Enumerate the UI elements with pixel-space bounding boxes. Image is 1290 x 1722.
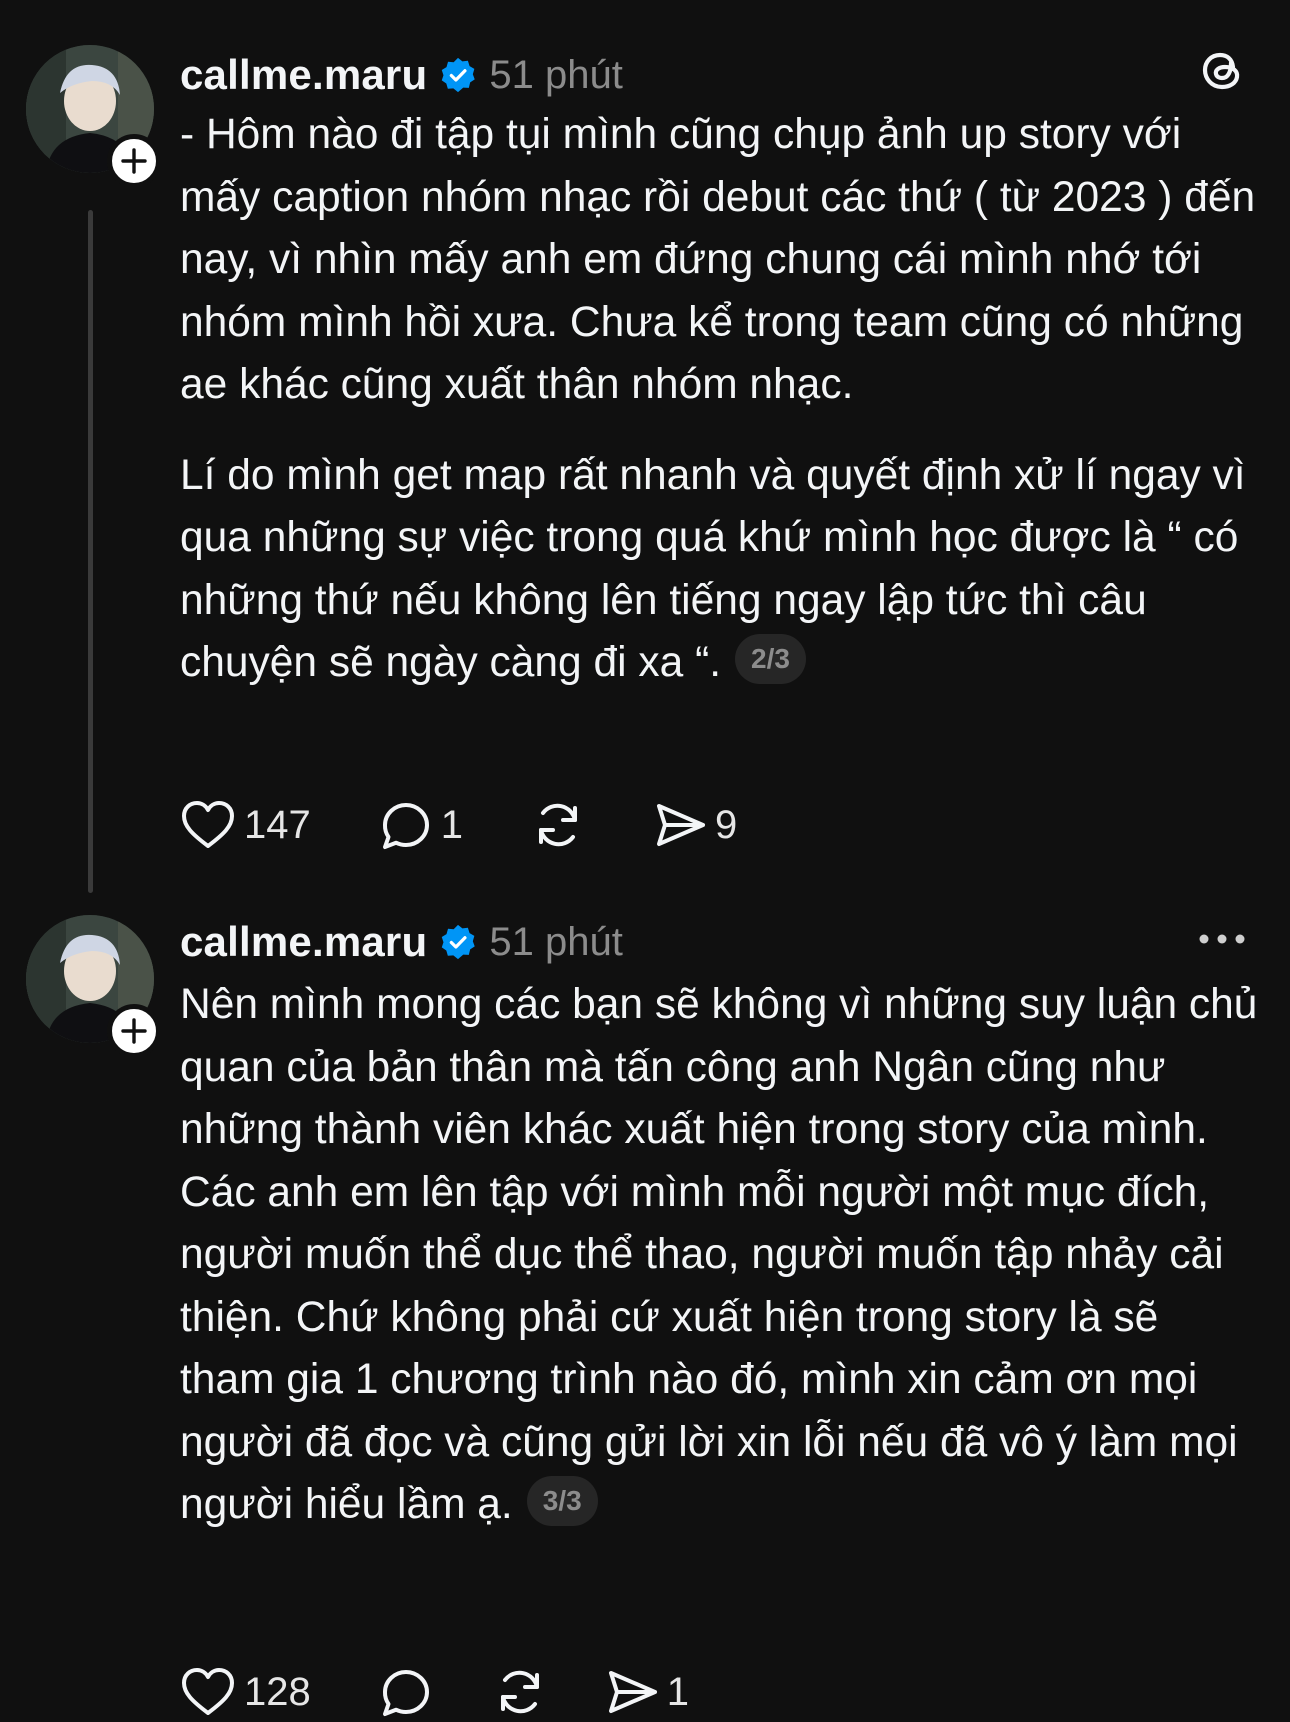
- comment-icon: [382, 1670, 429, 1716]
- share-icon: [608, 1671, 657, 1713]
- username[interactable]: callme.maru: [180, 51, 427, 99]
- post-body: Nên mình mong các bạn sẽ không vì những …: [180, 974, 1260, 1537]
- share-icon: [657, 804, 705, 846]
- post-paragraph: Lí do mình get map rất nhanh và quyết đị…: [180, 451, 1246, 687]
- share-button[interactable]: 1: [605, 1665, 689, 1719]
- repost-button[interactable]: [531, 798, 585, 852]
- post-time: 51 phút: [489, 52, 623, 97]
- comment-button[interactable]: 1: [379, 798, 463, 852]
- like-count: 147: [244, 802, 311, 847]
- like-count: 128: [244, 1669, 311, 1714]
- share-count: 9: [715, 802, 738, 847]
- comment-button[interactable]: [379, 1665, 433, 1719]
- page-counter-badge: 2/3: [735, 633, 806, 684]
- heart-icon: [182, 1668, 234, 1715]
- share-count: 1: [666, 1669, 689, 1714]
- post-actions: 147 1 9: [180, 795, 737, 855]
- plus-icon: [121, 1018, 147, 1044]
- repost-button[interactable]: [493, 1665, 547, 1719]
- post-time: 51 phút: [489, 919, 623, 964]
- post-body: - Hôm nào đi tập tụi mình cũng chụp ảnh …: [180, 104, 1260, 695]
- follow-plus-button[interactable]: [107, 1004, 161, 1058]
- repost-icon: [539, 803, 577, 847]
- more-options-icon[interactable]: [1198, 932, 1246, 946]
- verified-badge-icon: [442, 924, 476, 960]
- like-button[interactable]: 147: [180, 799, 311, 851]
- post-actions: 128 1: [180, 1662, 689, 1722]
- like-button[interactable]: 128: [180, 1666, 311, 1718]
- follow-plus-button[interactable]: [107, 134, 161, 188]
- share-button[interactable]: 9: [653, 798, 737, 852]
- post-paragraph: - Hôm nào đi tập tụi mình cũng chụp ảnh …: [180, 111, 1256, 408]
- plus-icon: [121, 148, 147, 174]
- thread-connector-line: [88, 210, 93, 893]
- heart-icon: [182, 801, 234, 848]
- username[interactable]: callme.maru: [180, 918, 427, 966]
- repost-icon: [500, 1670, 539, 1714]
- post-header: callme.maru 51 phút: [180, 45, 623, 105]
- post-header: callme.maru 51 phút: [180, 912, 623, 972]
- comment-icon: [382, 803, 429, 849]
- threads-logo-icon[interactable]: [1200, 45, 1246, 93]
- verified-badge-icon: [442, 57, 476, 93]
- comment-count: 1: [440, 802, 463, 847]
- page-counter-badge: 3/3: [526, 1475, 598, 1526]
- post-paragraph: Nên mình mong các bạn sẽ không vì những …: [180, 981, 1258, 1528]
